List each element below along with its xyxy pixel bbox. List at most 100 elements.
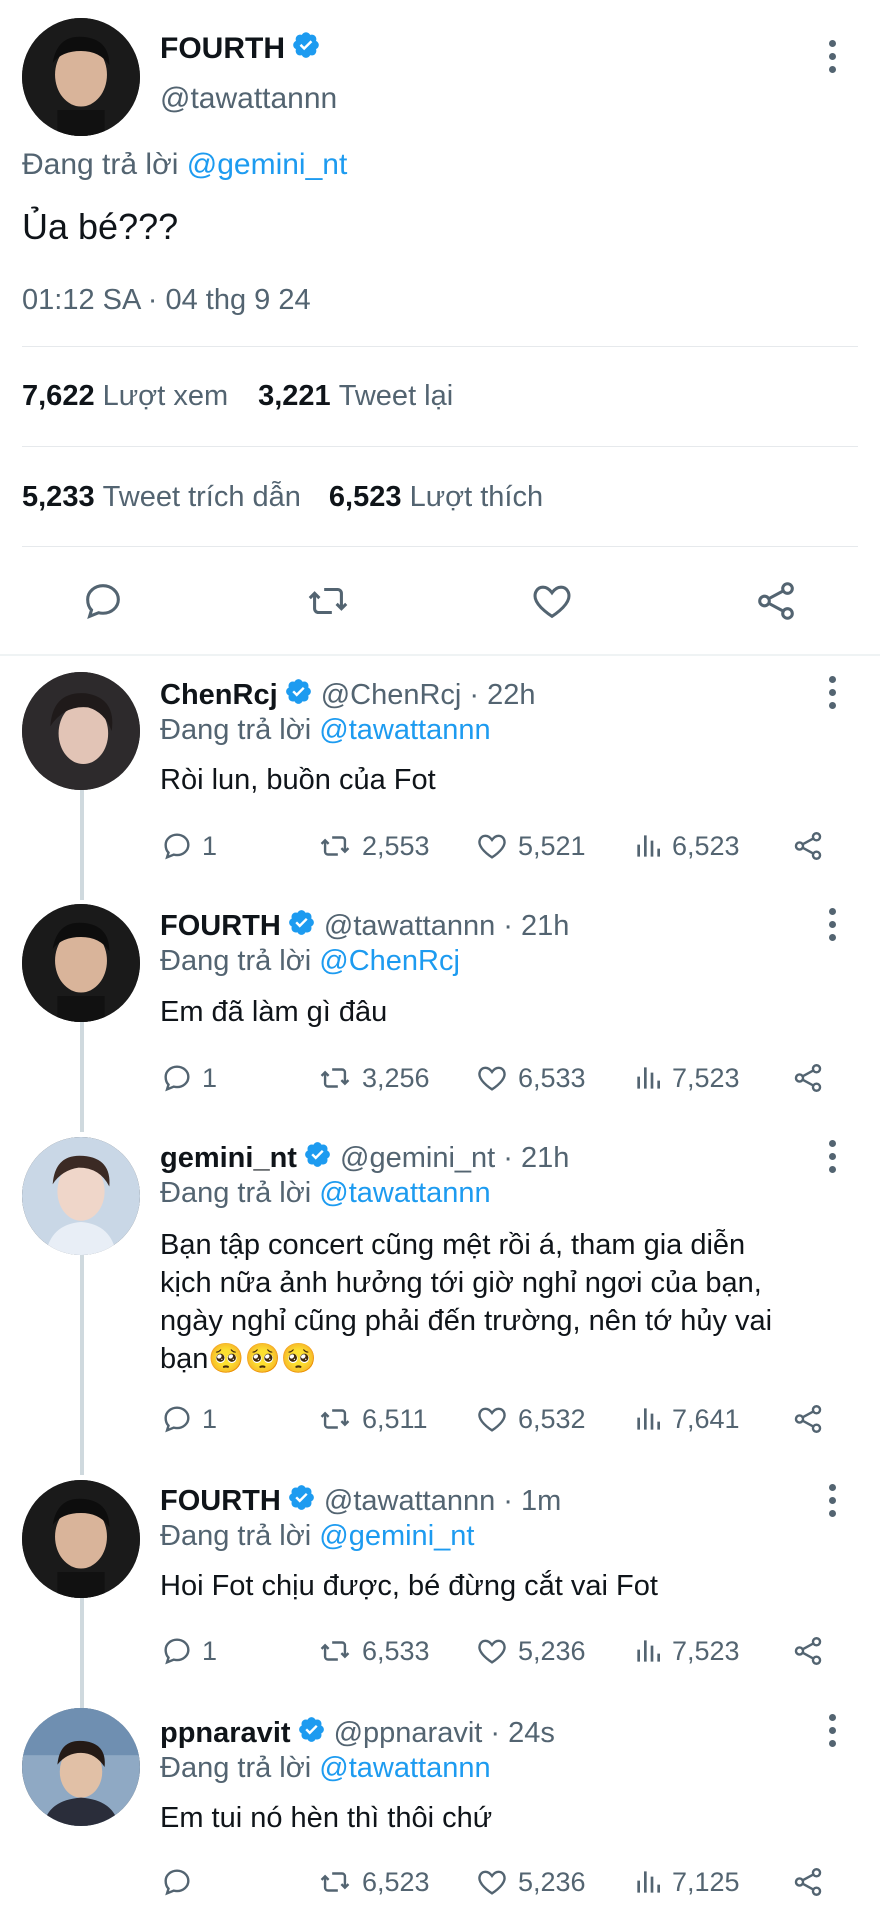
- reply-action-bar: 1 6,533 5,236 7,523: [160, 1631, 840, 1671]
- reply-avatar[interactable]: [22, 1708, 140, 1826]
- replying-to-link[interactable]: @tawattannn: [319, 714, 490, 747]
- share-button[interactable]: [790, 1862, 826, 1902]
- share-button[interactable]: [790, 1058, 826, 1098]
- quotes-label[interactable]: Tweet trích dẫn: [103, 481, 301, 514]
- reply-author-name[interactable]: FOURTH: [160, 910, 281, 943]
- reply-avatar[interactable]: [22, 1480, 140, 1598]
- reply-author-name[interactable]: gemini_nt: [160, 1142, 297, 1175]
- replying-to-link[interactable]: @tawattannn: [319, 1752, 490, 1785]
- reply-time[interactable]: · 1m: [503, 1485, 561, 1518]
- share-button[interactable]: [790, 1631, 826, 1671]
- replying-to-link[interactable]: @gemini_nt: [319, 1520, 474, 1553]
- reply-time[interactable]: · 24s: [490, 1717, 554, 1750]
- share-icon: [794, 1637, 822, 1665]
- reply-count: 1: [202, 1062, 218, 1093]
- reply-author-handle[interactable]: @tawattannn: [324, 1485, 495, 1518]
- replying-prefix: Đang trả lời: [160, 945, 312, 977]
- reply-author-name[interactable]: ppnaravit: [160, 1717, 291, 1750]
- views-button[interactable]: 7,641: [632, 1399, 740, 1439]
- reply-count: 1: [202, 1403, 218, 1434]
- reply-time[interactable]: · 22h: [469, 679, 535, 712]
- author-avatar[interactable]: [22, 18, 140, 136]
- reply-author-name[interactable]: FOURTH: [160, 1485, 281, 1518]
- like-button[interactable]: 6,533: [474, 1058, 586, 1098]
- share-icon[interactable]: [753, 578, 799, 629]
- quotes-count[interactable]: 5,233: [22, 481, 95, 514]
- views-button[interactable]: 7,523: [632, 1058, 740, 1098]
- reply-button[interactable]: 1: [160, 826, 217, 866]
- section-divider: [0, 654, 880, 656]
- reply-author-handle[interactable]: @ChenRcj: [321, 679, 462, 712]
- replying-to-link[interactable]: @ChenRcj: [319, 945, 460, 978]
- reply-replying-to: Đang trả lời @tawattannn: [160, 1752, 491, 1785]
- share-button[interactable]: [790, 826, 826, 866]
- reply-avatar[interactable]: [22, 904, 140, 1022]
- retweets-label[interactable]: Tweet lại: [339, 380, 453, 413]
- reply-icon[interactable]: [80, 578, 126, 629]
- views-button[interactable]: 7,523: [632, 1631, 740, 1671]
- reply-author-handle[interactable]: @ppnaravit: [334, 1717, 483, 1750]
- like-button[interactable]: 5,236: [474, 1862, 586, 1902]
- retweet-button[interactable]: 2,553: [316, 826, 430, 866]
- reply-replying-to: Đang trả lời @gemini_nt: [160, 1520, 474, 1553]
- views-button[interactable]: 6,523: [632, 826, 740, 866]
- likes-label[interactable]: Lượt thích: [410, 481, 544, 514]
- retweet-button[interactable]: 6,511: [316, 1399, 428, 1439]
- views-button[interactable]: 7,125: [632, 1862, 740, 1902]
- author-handle[interactable]: @tawattannn: [160, 82, 337, 116]
- likes-count[interactable]: 6,523: [329, 481, 402, 514]
- thread-line: [80, 790, 84, 900]
- reply-button[interactable]: [160, 1862, 202, 1902]
- more-options-icon[interactable]: [820, 1136, 844, 1176]
- retweet-button[interactable]: 3,256: [316, 1058, 430, 1098]
- replying-to-link[interactable]: @tawattannn: [319, 1177, 490, 1210]
- reply-text: Hoi Fot chịu được, bé đừng cắt vai Fot: [160, 1570, 658, 1602]
- retweet-icon[interactable]: [303, 578, 353, 629]
- tweet-timestamp[interactable]: 01:12 SA · 04 thg 9 24: [22, 284, 311, 317]
- reply-time[interactable]: · 21h: [503, 1142, 569, 1175]
- retweet-icon: [320, 1641, 350, 1661]
- reply-count: 1: [202, 1635, 218, 1666]
- like-icon[interactable]: [528, 578, 576, 629]
- reply-text-line: bạn🥺🥺🥺: [160, 1343, 317, 1375]
- reply-button[interactable]: 1: [160, 1058, 217, 1098]
- tweet-text: Ủa bé???: [22, 206, 179, 247]
- reply-button[interactable]: 1: [160, 1399, 217, 1439]
- replying-prefix: Đang trả lời: [160, 1177, 312, 1209]
- views-count: 7,641: [672, 1403, 740, 1434]
- author-name[interactable]: FOURTH: [160, 32, 285, 66]
- reply-avatar[interactable]: [22, 672, 140, 790]
- reply-header: FOURTH @tawattannn · 21h: [160, 908, 569, 945]
- like-button[interactable]: 5,521: [474, 826, 586, 866]
- like-icon: [478, 1407, 506, 1432]
- more-options-icon[interactable]: [820, 672, 844, 712]
- like-count: 5,236: [518, 1866, 586, 1897]
- more-options-icon[interactable]: [820, 904, 844, 944]
- retweet-count: 6,523: [362, 1866, 430, 1897]
- reply-time[interactable]: · 21h: [503, 910, 569, 943]
- retweet-icon: [320, 1409, 350, 1429]
- more-options-icon[interactable]: [820, 36, 844, 76]
- reply-text-line: kịch nữa ảnh hưởng tới giờ nghỉ ngơi của…: [160, 1267, 762, 1299]
- retweet-button[interactable]: 6,523: [316, 1862, 430, 1902]
- like-icon: [478, 1066, 506, 1091]
- reply-author-handle[interactable]: @tawattannn: [324, 910, 495, 943]
- reply-author-name[interactable]: ChenRcj: [160, 679, 278, 712]
- reply-header: FOURTH @tawattannn · 1m: [160, 1483, 561, 1520]
- share-icon: [794, 1405, 822, 1433]
- share-button[interactable]: [790, 1399, 826, 1439]
- like-button[interactable]: 6,532: [474, 1399, 586, 1439]
- more-options-icon[interactable]: [820, 1710, 844, 1750]
- retweet-button[interactable]: 6,533: [316, 1631, 430, 1671]
- reply-avatar[interactable]: [22, 1137, 140, 1255]
- like-button[interactable]: 5,236: [474, 1631, 586, 1671]
- replying-to-link[interactable]: @gemini_nt: [187, 148, 348, 182]
- reply-button[interactable]: 1: [160, 1631, 217, 1671]
- views-icon: [637, 1871, 660, 1893]
- more-options-icon[interactable]: [820, 1480, 844, 1520]
- views-count: 6,523: [672, 830, 740, 861]
- reply-author-handle[interactable]: @gemini_nt: [340, 1142, 495, 1175]
- replying-to-line: Đang trả lời @gemini_nt: [22, 148, 347, 182]
- retweets-count[interactable]: 3,221: [258, 380, 331, 413]
- divider: [22, 546, 858, 547]
